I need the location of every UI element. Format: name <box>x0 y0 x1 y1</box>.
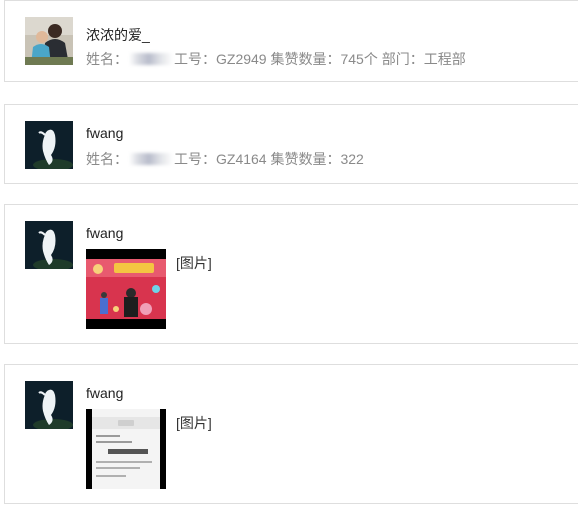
avatar-ghost[interactable] <box>25 381 73 429</box>
avatar-ghost[interactable] <box>25 221 73 269</box>
user-name[interactable]: fwang <box>86 225 123 241</box>
likes-count: 集赞数量：745个 <box>270 51 378 67</box>
image-label: [图片] <box>176 415 212 431</box>
message-card: fwang [图片] <box>4 364 578 504</box>
employee-id: 工号：GZ2949 <box>174 51 267 67</box>
user-info-line: 姓名： 工号：GZ4164 集赞数量：322 <box>86 149 364 169</box>
message-card: fwang [图片] <box>4 204 578 344</box>
department: 部门：工程部 <box>381 51 466 67</box>
image-thumbnail-screenshot[interactable] <box>86 409 166 489</box>
avatar-photo[interactable] <box>25 17 73 65</box>
image-label: [图片] <box>176 255 212 271</box>
employee-id: 工号：GZ4164 <box>174 151 267 167</box>
message-card: fwang 姓名： 工号：GZ4164 集赞数量：322 <box>4 104 578 184</box>
likes-count: 集赞数量：322 <box>270 151 364 167</box>
redacted-name <box>129 153 173 165</box>
user-info-line: 姓名： 工号：GZ2949 集赞数量：745个 部门：工程部 <box>86 49 466 69</box>
message-card: 浓浓的爱_ 姓名： 工号：GZ2949 集赞数量：745个 部门：工程部 <box>4 0 578 82</box>
user-name[interactable]: 浓浓的爱_ <box>86 25 150 45</box>
name-label: 姓名： <box>86 151 128 167</box>
redacted-name <box>129 53 173 65</box>
user-name[interactable]: fwang <box>86 125 123 141</box>
user-name[interactable]: fwang <box>86 385 123 401</box>
name-label: 姓名： <box>86 51 128 67</box>
image-thumbnail-stage[interactable] <box>86 249 166 329</box>
avatar-ghost[interactable] <box>25 121 73 169</box>
